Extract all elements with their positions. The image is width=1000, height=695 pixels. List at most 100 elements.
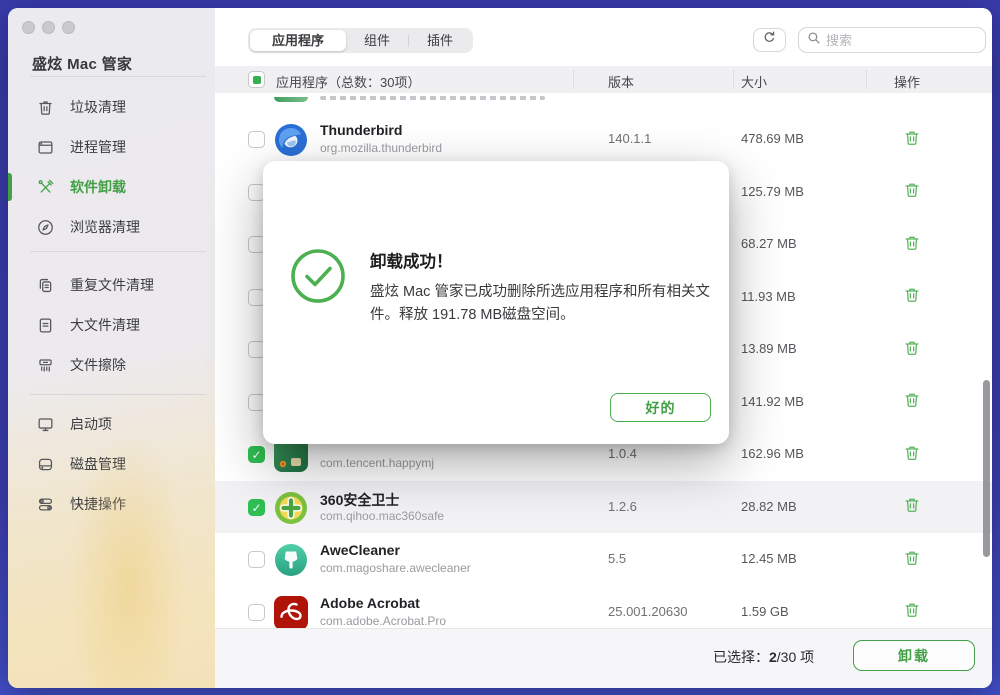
trash-icon [903, 391, 921, 414]
compass-icon [35, 217, 55, 237]
table-header: 应用程序（总数：30项） 版本 大小 操作 [215, 66, 992, 93]
category-tabs: 应用程序 组件 插件 [248, 28, 473, 53]
sidebar-item-process-window[interactable]: 进程管理 [26, 127, 206, 167]
sidebar-item-trash[interactable]: 垃圾清理 [26, 87, 206, 127]
search-field[interactable] [798, 27, 986, 53]
column-separator [733, 70, 734, 89]
column-header-size: 大小 [741, 72, 767, 91]
app-name: Adobe Acrobat [320, 595, 420, 611]
app-size: 12.45 MB [741, 551, 797, 566]
dialog-title: 卸载成功！ [370, 248, 453, 272]
app-window: 盛炫 Mac 管家 垃圾清理进程管理软件卸载浏览器清理重复文件清理大文件清理文件… [8, 8, 992, 688]
row-delete-button[interactable] [901, 339, 923, 361]
sidebar-item-toggles[interactable]: 快捷操作 [26, 484, 206, 524]
sidebar-item-monitor[interactable]: 启动项 [26, 404, 206, 444]
sidebar-item-label: 垃圾清理 [70, 97, 126, 117]
footer-bar: 已选择：2/30 项 卸载 [215, 628, 992, 688]
trash-icon [903, 549, 921, 572]
app-size: 478.69 MB [741, 131, 804, 146]
selected-count-label: 已选择：2/30 项 [713, 647, 814, 667]
table-header-title: 应用程序（总数：30项） [276, 72, 420, 91]
app-size: 68.27 MB [741, 236, 797, 251]
sidebar-item-duplicate-files[interactable]: 重复文件清理 [26, 265, 206, 305]
row-checkbox[interactable] [248, 131, 265, 148]
tab-applications[interactable]: 应用程序 [250, 30, 346, 51]
row-delete-button[interactable] [901, 497, 923, 519]
sidebar-item-disk[interactable]: 磁盘管理 [26, 444, 206, 484]
acrobat-icon [274, 596, 308, 629]
sidebar-item-label: 磁盘管理 [70, 454, 126, 474]
column-separator [573, 70, 574, 89]
row-delete-button[interactable] [901, 549, 923, 571]
uninstall-button[interactable]: 卸载 [853, 640, 975, 671]
trash-icon [903, 601, 921, 624]
app-size: 162.96 MB [741, 446, 804, 461]
refresh-icon [762, 30, 777, 50]
row-delete-button[interactable] [901, 392, 923, 414]
column-header-action: 操作 [894, 72, 920, 91]
app-bundle-id: org.mozilla.thunderbird [320, 141, 442, 155]
close-window-button[interactable] [22, 21, 35, 34]
sidebar-item-label: 大文件清理 [70, 315, 140, 335]
row-checkbox[interactable]: ✓ [248, 446, 265, 463]
app-version: 1.0.4 [608, 446, 637, 461]
duplicate-files-icon [35, 275, 55, 295]
tab-plugins[interactable]: 插件 [409, 30, 471, 51]
active-item-indicator [8, 173, 12, 201]
tab-components[interactable]: 组件 [346, 30, 408, 51]
row-checkbox[interactable] [248, 604, 265, 621]
large-file-icon [35, 315, 55, 335]
trash-icon [35, 97, 55, 117]
table-row: Thunderbirdorg.mozilla.thunderbird140.1.… [215, 113, 992, 166]
disk-icon [35, 454, 55, 474]
row-delete-button[interactable] [901, 234, 923, 256]
app-name: Thunderbird [320, 122, 402, 138]
app-bundle-id: com.magoshare.awecleaner [320, 561, 471, 575]
row-checkbox[interactable] [248, 551, 265, 568]
trash-icon [903, 129, 921, 152]
search-icon [807, 31, 821, 50]
search-input[interactable] [826, 33, 956, 48]
row-delete-button[interactable] [901, 287, 923, 309]
sidebar-item-large-file[interactable]: 大文件清理 [26, 305, 206, 345]
scrollbar-thumb[interactable] [983, 380, 990, 557]
app-version: 25.001.20630 [608, 604, 688, 619]
dialog-ok-button[interactable]: 好的 [610, 393, 711, 422]
sidebar-divider [30, 251, 206, 252]
app-name: AweCleaner [320, 542, 400, 558]
sidebar-item-compass[interactable]: 浏览器清理 [26, 207, 206, 247]
table-row-partial [215, 93, 992, 101]
app-name: 360安全卫士 [320, 490, 399, 510]
sidebar-item-uninstall-tools[interactable]: 软件卸载 [26, 167, 206, 207]
sidebar-item-shredder[interactable]: 文件擦除 [26, 345, 206, 385]
app-version: 5.5 [608, 551, 626, 566]
trash-icon [903, 496, 921, 519]
sidebar-item-label: 浏览器清理 [70, 217, 140, 237]
row-checkbox[interactable]: ✓ [248, 499, 265, 516]
row-delete-button[interactable] [901, 129, 923, 151]
360-safe-icon [274, 491, 308, 525]
minimize-window-button[interactable] [42, 21, 55, 34]
partial-app-icon [274, 97, 308, 102]
column-separator [866, 70, 867, 89]
process-window-icon [35, 137, 55, 157]
refresh-button[interactable] [753, 28, 786, 52]
dialog-body: 盛炫 Mac 管家已成功删除所选应用程序和所有相关文件。释放 191.78 MB… [370, 281, 715, 327]
sidebar-item-label: 启动项 [70, 414, 112, 434]
row-delete-button[interactable] [901, 602, 923, 624]
awecleaner-icon [274, 543, 308, 577]
row-delete-button[interactable] [901, 182, 923, 204]
zoom-window-button[interactable] [62, 21, 75, 34]
app-size: 11.93 MB [741, 289, 796, 304]
sidebar-item-label: 进程管理 [70, 137, 126, 157]
partial-bundle-text [320, 96, 545, 100]
trash-icon [903, 234, 921, 257]
sidebar-item-label: 快捷操作 [70, 494, 126, 514]
sidebar-item-label: 重复文件清理 [70, 275, 154, 295]
select-all-checkbox[interactable] [248, 71, 265, 88]
app-version: 1.2.6 [608, 499, 637, 514]
monitor-icon [35, 414, 55, 434]
table-row: ✓360安全卫士com.qihoo.mac360safe1.2.628.82 M… [215, 481, 992, 534]
uninstall-success-dialog: 卸载成功！ 盛炫 Mac 管家已成功删除所选应用程序和所有相关文件。释放 191… [263, 161, 729, 444]
row-delete-button[interactable] [901, 444, 923, 466]
